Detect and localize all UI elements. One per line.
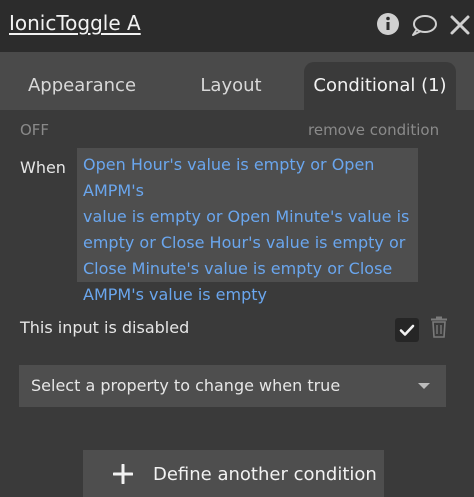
expression-line: AMPM's value is empty — [83, 285, 268, 304]
tab-bar: Appearance Layout Conditional (1) — [0, 52, 474, 110]
property-select[interactable]: Select a property to change when true — [19, 365, 446, 407]
info-icon[interactable] — [376, 12, 400, 40]
tab-layout[interactable]: Layout — [170, 62, 292, 110]
comment-icon[interactable] — [410, 14, 438, 42]
property-label: This input is disabled — [20, 318, 190, 337]
panel-header: IonicToggle A — [0, 0, 474, 52]
condition-state: OFF — [20, 121, 50, 139]
remove-condition-link[interactable]: remove condition — [308, 121, 439, 139]
close-icon[interactable] — [449, 14, 471, 40]
expression-line: empty or Close Hour's value is empty or — [83, 233, 406, 252]
check-icon — [399, 324, 415, 336]
condition-expression[interactable]: Open Hour's value is empty or Open AMPM'… — [77, 148, 418, 304]
tab-conditional[interactable]: Conditional (1) — [304, 62, 456, 110]
define-condition-label: Define another condition — [153, 464, 377, 485]
trash-icon[interactable] — [430, 316, 448, 342]
plus-icon — [112, 463, 134, 488]
expression-line: value is empty or Open Minute's value is — [83, 207, 410, 226]
define-condition-button[interactable]: Define another condition — [83, 450, 384, 497]
select-placeholder: Select a property to change when true — [31, 376, 341, 395]
expression-line: Close Minute's value is empty or Close — [83, 259, 393, 278]
property-checkbox[interactable] — [395, 318, 419, 342]
panel-title[interactable]: IonicToggle A — [9, 11, 141, 35]
when-label: When — [20, 158, 66, 177]
chevron-down-icon — [418, 383, 430, 389]
tab-appearance[interactable]: Appearance — [12, 62, 152, 110]
expression-line: Open Hour's value is empty or Open AMPM'… — [83, 155, 375, 200]
